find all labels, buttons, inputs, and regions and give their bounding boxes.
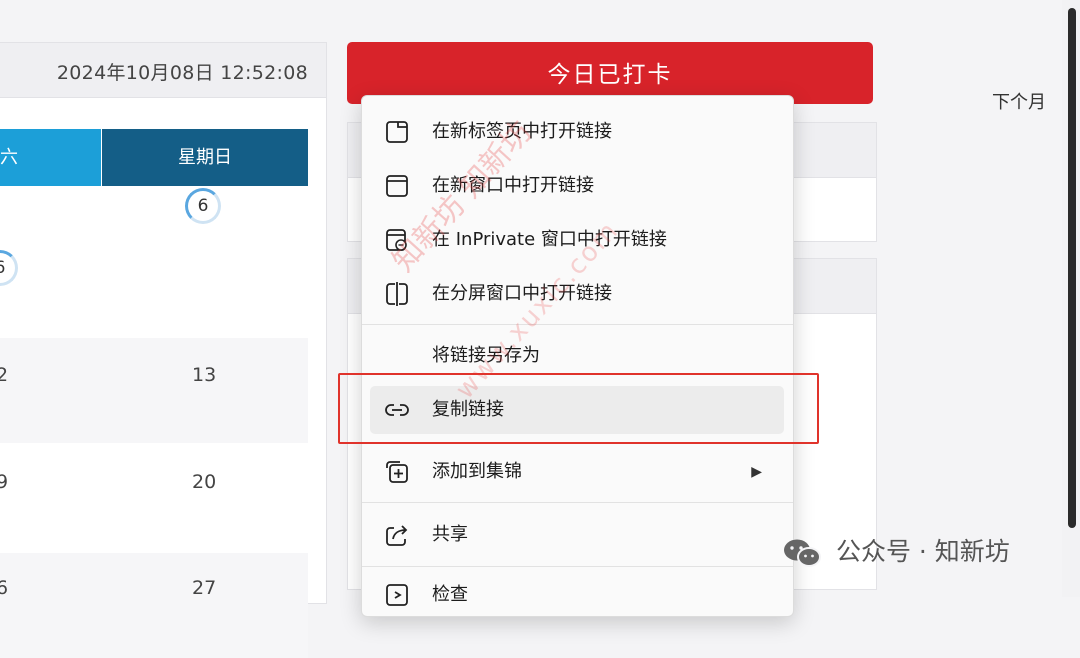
- new-window-icon: [386, 175, 408, 197]
- day-cell[interactable]: 6: [0, 577, 8, 599]
- day-cell[interactable]: 9: [0, 471, 8, 493]
- menu-separator: [362, 324, 793, 325]
- next-month-button[interactable]: 下个月: [992, 88, 1046, 114]
- menu-separator: [362, 566, 793, 567]
- calendar-header: 2024年10月08日 12:52:08: [0, 43, 326, 98]
- day-cell[interactable]: 27: [192, 577, 216, 599]
- share-icon: [386, 525, 408, 546]
- weekday-sunday: 星期日: [102, 129, 308, 186]
- calendar-week-row: 6 27: [0, 553, 308, 658]
- current-datetime: 2024年10月08日 12:52:08: [56, 62, 308, 84]
- day-cell[interactable]: 2: [0, 364, 8, 386]
- calendar-week-row: 9 20: [0, 443, 308, 548]
- collections-add-icon: [386, 461, 408, 483]
- context-menu: 在新标签页中打开链接 在新窗口中打开链接 在 InPrivate 窗口中打开链接…: [361, 95, 794, 617]
- split-screen-icon: [386, 282, 408, 306]
- window-edge: [1062, 0, 1080, 597]
- weekday-saturday-label: 明六: [0, 147, 18, 168]
- menu-item-share[interactable]: 共享: [370, 511, 784, 559]
- inspect-icon: [386, 584, 408, 606]
- new-tab-icon: [386, 121, 408, 143]
- menu-item-label: 共享: [432, 524, 468, 545]
- scrollbar[interactable]: [1068, 8, 1076, 528]
- highlight-annotation-box: [338, 373, 819, 444]
- menu-item-label: 检查: [432, 584, 468, 605]
- day-cell[interactable]: 20: [192, 471, 216, 493]
- weekday-header: 明六 星期日: [0, 129, 308, 186]
- menu-separator: [362, 502, 793, 503]
- menu-item-label: 添加到集锦: [432, 461, 522, 482]
- calendar-week-row: 6 6: [0, 186, 308, 291]
- menu-item-add-to-collections[interactable]: 添加到集锦 ▶: [370, 448, 784, 496]
- wechat-account-name: 公众号 · 知新坊: [835, 537, 1010, 566]
- submenu-arrow-icon: ▶: [751, 464, 762, 480]
- day-cell[interactable]: 13: [192, 364, 216, 386]
- menu-item-label: 在 InPrivate 窗口中打开链接: [432, 229, 667, 250]
- day-ring[interactable]: 6: [185, 188, 221, 224]
- day-ring[interactable]: 6: [0, 250, 18, 286]
- calendar-week-row: 2 13: [0, 338, 308, 443]
- wechat-icon: [784, 539, 821, 567]
- menu-item-open-new-tab[interactable]: 在新标签页中打开链接: [370, 108, 784, 156]
- menu-item-inspect[interactable]: 检查: [370, 571, 784, 619]
- weekday-saturday: 明六: [0, 129, 101, 186]
- wechat-account-stamp: 公众号 · 知新坊: [782, 532, 1010, 572]
